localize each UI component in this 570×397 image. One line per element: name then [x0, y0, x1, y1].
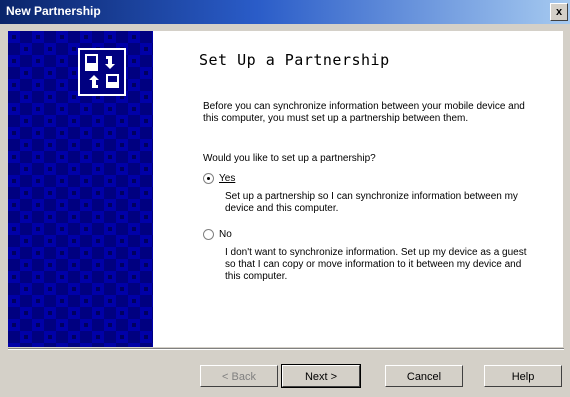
question-text: Would you like to set up a partnership? — [203, 153, 376, 164]
yes-label[interactable]: Yes — [219, 173, 235, 184]
close-icon[interactable]: x — [550, 3, 568, 21]
page-title: Set Up a Partnership — [199, 51, 390, 69]
wizard-side-panel — [8, 31, 153, 347]
help-button[interactable]: Help — [484, 365, 562, 387]
title-bar[interactable]: New Partnership x — [0, 0, 570, 24]
window-title: New Partnership — [6, 4, 101, 18]
next-button[interactable]: Next > — [281, 364, 361, 388]
no-description: I don't want to synchronize information.… — [225, 247, 527, 282]
button-separator — [8, 348, 564, 350]
wizard-content: Set Up a Partnership Before you can sync… — [153, 31, 563, 347]
sync-icon — [78, 48, 126, 96]
intro-text: Before you can synchronize information b… — [203, 101, 525, 124]
cancel-button[interactable]: Cancel — [385, 365, 463, 387]
yes-description: Set up a partnership so I can synchroniz… — [225, 191, 518, 214]
no-label[interactable]: No — [219, 229, 232, 240]
back-button[interactable]: < Back — [200, 365, 278, 387]
no-radio[interactable] — [203, 229, 214, 240]
new-partnership-dialog: New Partnership x Set Up a Partnership B… — [0, 0, 570, 397]
yes-radio[interactable] — [203, 173, 214, 184]
